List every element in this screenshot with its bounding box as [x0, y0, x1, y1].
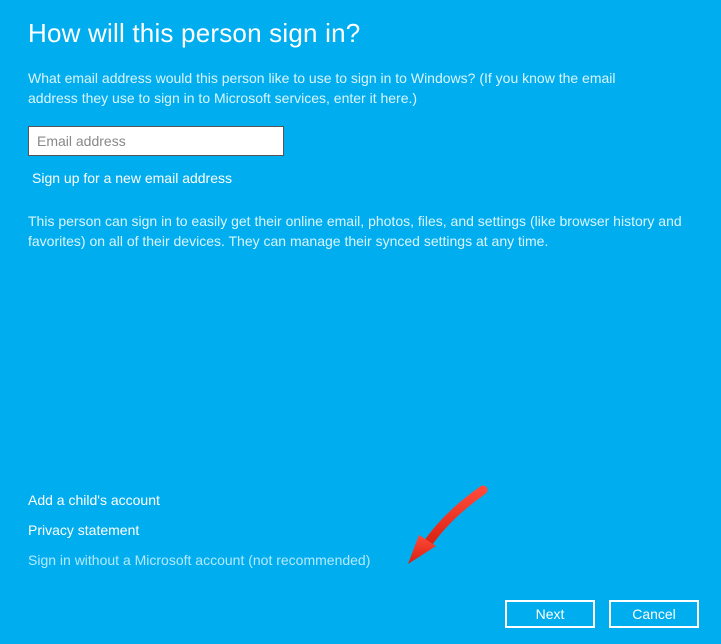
description-text: What email address would this person lik… [28, 69, 668, 108]
cancel-button[interactable]: Cancel [609, 600, 699, 628]
info-text: This person can sign in to easily get th… [28, 212, 688, 251]
next-button[interactable]: Next [505, 600, 595, 628]
page-title: How will this person sign in? [28, 18, 693, 49]
annotation-arrow-icon [408, 484, 498, 574]
signup-new-email-link[interactable]: Sign up for a new email address [32, 170, 232, 186]
add-child-account-link[interactable]: Add a child's account [28, 492, 370, 508]
email-input[interactable] [28, 126, 284, 156]
signin-without-ms-account-link[interactable]: Sign in without a Microsoft account (not… [28, 552, 370, 568]
privacy-statement-link[interactable]: Privacy statement [28, 522, 370, 538]
